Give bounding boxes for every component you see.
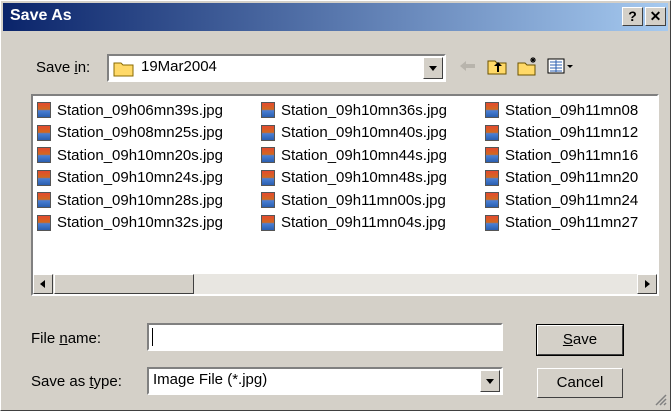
save-in-label: Save in:: [36, 59, 91, 76]
file-column-3: Station_09h11mn08 Station_09h11mn12 Stat…: [485, 99, 638, 234]
horizontal-scrollbar[interactable]: [33, 274, 657, 294]
file-name-input[interactable]: [147, 323, 503, 351]
jpg-file-icon: [261, 102, 275, 119]
list-item[interactable]: Station_09h10mn44s.jpg: [261, 144, 447, 167]
jpg-file-icon: [485, 192, 499, 209]
jpg-file-icon: [37, 169, 51, 186]
back-arrow-icon[interactable]: [457, 56, 477, 76]
list-item[interactable]: Station_09h06mn39s.jpg: [37, 99, 223, 122]
jpg-file-icon: [485, 124, 499, 141]
list-item[interactable]: Station_09h08mn25s.jpg: [37, 122, 223, 145]
list-item[interactable]: Station_09h11mn04s.jpg: [261, 212, 447, 235]
save-as-type-dropdown-button[interactable]: [480, 370, 500, 392]
dialog-title: Save As: [10, 7, 72, 24]
file-list[interactable]: Station_09h06mn39s.jpg Station_09h08mn25…: [31, 94, 659, 296]
list-item[interactable]: Station_09h11mn27: [485, 212, 638, 235]
jpg-file-icon: [261, 124, 275, 141]
list-item[interactable]: Station_09h11mn08: [485, 99, 638, 122]
save-in-folder: 19Mar2004: [141, 58, 217, 75]
jpg-file-icon: [37, 192, 51, 209]
jpg-file-icon: [261, 147, 275, 164]
title-bar[interactable]: Save As ? ✕: [3, 3, 668, 31]
save-button[interactable]: Save: [536, 324, 624, 356]
list-item[interactable]: Station_09h10mn40s.jpg: [261, 122, 447, 145]
cancel-button[interactable]: Cancel: [537, 368, 623, 398]
close-button[interactable]: ✕: [645, 7, 666, 26]
jpg-file-icon: [37, 124, 51, 141]
list-item[interactable]: Station_09h10mn48s.jpg: [261, 167, 447, 190]
jpg-file-icon: [485, 102, 499, 119]
text-cursor: [152, 328, 153, 346]
help-button[interactable]: ?: [622, 7, 643, 26]
list-item[interactable]: Station_09h10mn36s.jpg: [261, 99, 447, 122]
list-item[interactable]: Station_09h11mn16: [485, 144, 638, 167]
save-in-combo[interactable]: 19Mar2004: [107, 54, 446, 82]
jpg-file-icon: [485, 147, 499, 164]
list-item[interactable]: Station_09h10mn20s.jpg: [37, 144, 223, 167]
jpg-file-icon: [261, 214, 275, 231]
save-as-type-select[interactable]: Image File (*.jpg): [147, 367, 503, 395]
save-in-dropdown-button[interactable]: [423, 57, 443, 79]
list-item[interactable]: Station_09h11mn12: [485, 122, 638, 145]
jpg-file-icon: [485, 214, 499, 231]
list-item[interactable]: Station_09h10mn28s.jpg: [37, 189, 223, 212]
jpg-file-icon: [485, 169, 499, 186]
list-item[interactable]: Station_09h11mn20: [485, 167, 638, 190]
list-item[interactable]: Station_09h10mn32s.jpg: [37, 212, 223, 235]
folder-icon: [113, 62, 134, 77]
scroll-right-button[interactable]: [637, 274, 657, 294]
jpg-file-icon: [37, 102, 51, 119]
file-name-label: File name:: [31, 330, 102, 347]
jpg-file-icon: [37, 147, 51, 164]
file-column-1: Station_09h06mn39s.jpg Station_09h08mn25…: [37, 99, 223, 234]
jpg-file-icon: [261, 192, 275, 209]
file-column-2: Station_09h10mn36s.jpg Station_09h10mn40…: [261, 99, 447, 234]
jpg-file-icon: [261, 169, 275, 186]
save-as-type-label: Save as type:: [31, 373, 122, 390]
scroll-left-button[interactable]: [33, 274, 53, 294]
save-as-dialog: Save As ? ✕ Save in: 19Mar2004 Station_0…: [0, 0, 671, 411]
up-folder-icon[interactable]: [487, 56, 507, 76]
list-item[interactable]: Station_09h11mn24: [485, 189, 638, 212]
jpg-file-icon: [37, 214, 51, 231]
view-menu-icon[interactable]: [547, 56, 577, 76]
new-folder-icon[interactable]: [517, 56, 537, 76]
scroll-thumb[interactable]: [54, 274, 194, 294]
resize-grip-icon[interactable]: [653, 392, 667, 406]
list-item[interactable]: Station_09h11mn00s.jpg: [261, 189, 447, 212]
list-item[interactable]: Station_09h10mn24s.jpg: [37, 167, 223, 190]
